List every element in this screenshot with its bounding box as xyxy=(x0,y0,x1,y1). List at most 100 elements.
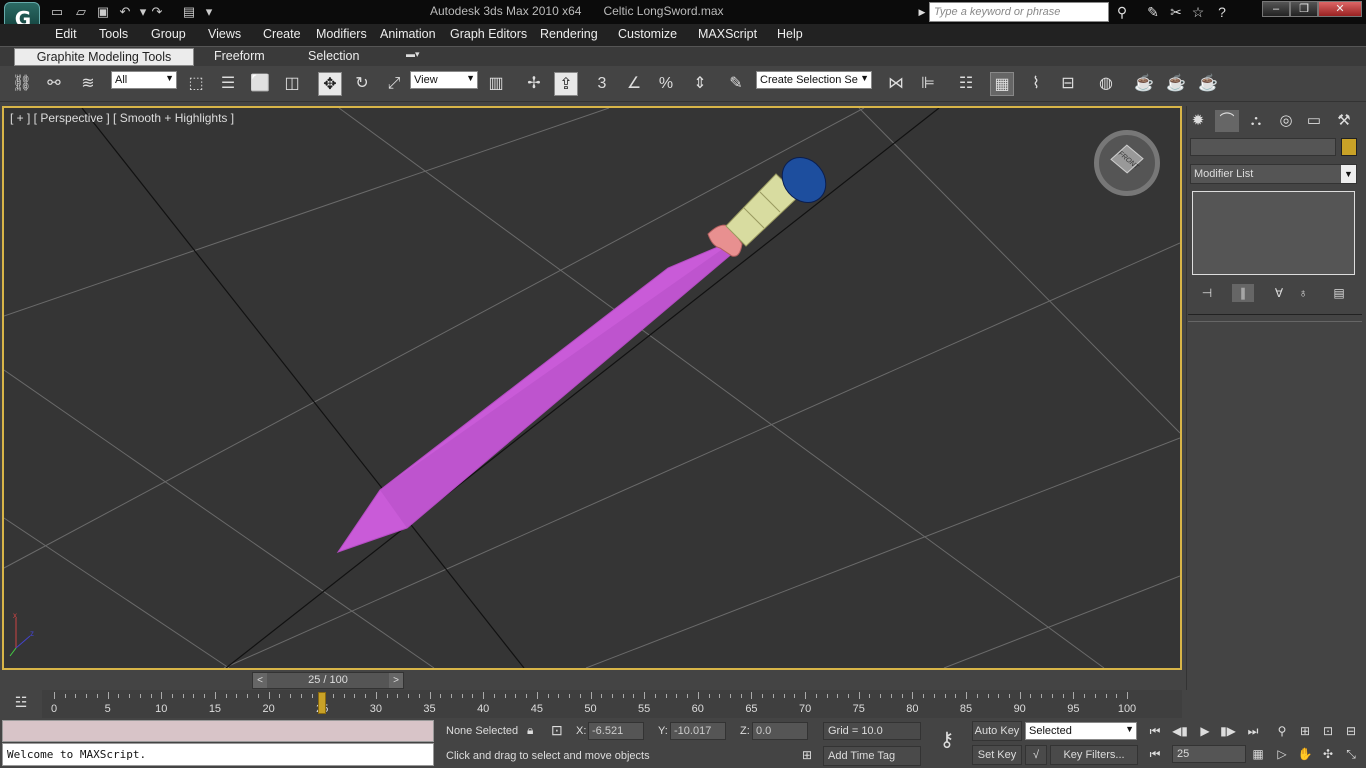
add-time-tag-button[interactable]: Add Time Tag xyxy=(823,746,921,766)
select-and-manipulate-icon[interactable]: ✢ xyxy=(522,72,546,96)
curve-editor-icon[interactable]: ⌇ xyxy=(1024,72,1048,96)
object-name-field[interactable] xyxy=(1190,138,1336,156)
viewcube-face[interactable]: FRONT xyxy=(1110,144,1144,174)
make-unique-icon[interactable]: ∀ xyxy=(1268,284,1290,302)
current-frame-marker[interactable] xyxy=(318,692,327,714)
keyboard-shortcut-override-icon[interactable]: ⇪ xyxy=(554,72,578,96)
undo-icon[interactable]: ↶ xyxy=(116,3,134,21)
time-tag-icon[interactable]: ⊞ xyxy=(802,748,818,764)
viewcube[interactable]: FRONT xyxy=(1094,130,1160,196)
time-slider-prev-icon[interactable]: < xyxy=(253,673,267,688)
zoom-extents-all-icon[interactable]: ⊟ xyxy=(1341,722,1361,740)
new-file-icon[interactable]: ▭ xyxy=(48,3,66,21)
quick-render-icon[interactable]: ☕ xyxy=(1196,72,1220,96)
display-panel-icon[interactable]: ▭ xyxy=(1302,110,1326,132)
menu-customize[interactable]: Customize xyxy=(618,27,677,41)
selection-filter-dropdown[interactable]: All ▼ xyxy=(111,71,177,89)
render-setup-icon[interactable]: ☕ xyxy=(1132,72,1156,96)
select-and-scale-icon[interactable]: ⤢ xyxy=(382,72,406,96)
close-button[interactable]: ✕ xyxy=(1318,1,1362,17)
zoom-all-icon[interactable]: ⊞ xyxy=(1295,722,1315,740)
menu-rendering[interactable]: Rendering xyxy=(540,27,598,41)
help-icon[interactable]: ? xyxy=(1212,3,1232,21)
z-coord-field[interactable]: 0.0 xyxy=(752,722,808,740)
pin-stack-icon[interactable]: ⊣ xyxy=(1196,284,1218,302)
graphite-toggle-icon[interactable]: ▦ xyxy=(990,72,1014,96)
selection-lock-icon[interactable]: 🔒︎ xyxy=(527,723,541,739)
track-bar[interactable]: 0510152025303540455055606570758085909510… xyxy=(42,690,1182,718)
menu-views[interactable]: Views xyxy=(208,27,241,41)
edit-named-selection-icon[interactable]: ✎ xyxy=(724,72,748,96)
rectangular-selection-icon[interactable]: ⬜ xyxy=(248,72,272,96)
search-expand-icon[interactable]: ▶ xyxy=(916,3,928,21)
create-panel-icon[interactable]: ✹ xyxy=(1186,110,1210,132)
configure-modifier-sets-icon[interactable]: ▤ xyxy=(1328,284,1350,302)
time-slider-next-icon[interactable]: > xyxy=(389,673,403,688)
tab-freeform[interactable]: Freeform xyxy=(206,48,273,66)
menu-tools[interactable]: Tools xyxy=(99,27,128,41)
tab-selection[interactable]: Selection xyxy=(300,48,367,66)
menu-edit[interactable]: Edit xyxy=(55,27,77,41)
unlink-selection-icon[interactable]: ⚯ xyxy=(42,72,66,96)
menu-help[interactable]: Help xyxy=(777,27,803,41)
quick-access-dropdown-icon[interactable]: ▾ xyxy=(200,3,218,21)
minimize-button[interactable]: – xyxy=(1262,1,1290,17)
save-file-icon[interactable]: ▣ xyxy=(94,3,112,21)
perspective-viewport[interactable]: x z [ + ] [ Perspective ] [ Smooth + Hig… xyxy=(2,106,1182,670)
maximize-viewport-icon[interactable]: ⤡ xyxy=(1341,745,1361,763)
select-and-link-icon[interactable]: ⛓ xyxy=(10,72,34,96)
pan-view-icon[interactable]: ✋ xyxy=(1295,745,1315,763)
favorites-star-icon[interactable]: ☆ xyxy=(1188,3,1208,21)
menu-modifiers[interactable]: Modifiers xyxy=(316,27,367,41)
ribbon-options-icon[interactable]: ▬▾ xyxy=(398,48,428,66)
modifier-stack[interactable] xyxy=(1192,191,1355,275)
maxscript-output[interactable]: Welcome to MAXScript. xyxy=(2,743,434,766)
menu-maxscript[interactable]: MAXScript xyxy=(698,27,757,41)
snaps-toggle-icon[interactable]: 3 xyxy=(590,72,614,96)
object-color-swatch[interactable] xyxy=(1341,138,1357,156)
window-crossing-icon[interactable]: ◫ xyxy=(280,72,304,96)
zoom-icon[interactable]: ⚲ xyxy=(1272,722,1292,740)
search-input[interactable]: Type a keyword or phrase xyxy=(929,2,1109,22)
go-to-end-icon[interactable]: ⏭ xyxy=(1243,722,1263,740)
project-folder-icon[interactable]: ▤ xyxy=(180,3,198,21)
menu-group[interactable]: Group xyxy=(151,27,186,41)
utilities-panel-icon[interactable]: ⚒ xyxy=(1332,110,1356,132)
material-editor-icon[interactable]: ◍ xyxy=(1094,72,1118,96)
current-frame-field[interactable]: 25 xyxy=(1172,745,1246,763)
select-and-rotate-icon[interactable]: ↻ xyxy=(350,72,374,96)
time-slider[interactable]: < 25 / 100 > xyxy=(252,672,404,689)
named-selection-set-dropdown[interactable]: Create Selection Se ▼ xyxy=(756,71,872,89)
set-key-button[interactable]: Set Key xyxy=(972,745,1022,765)
layer-manager-icon[interactable]: ☷ xyxy=(954,72,978,96)
open-file-icon[interactable]: ▱ xyxy=(72,3,90,21)
align-icon[interactable]: ⊫ xyxy=(916,72,940,96)
select-and-move-icon[interactable]: ✥ xyxy=(318,72,342,96)
key-mode-toggle-icon[interactable]: ⏮ xyxy=(1145,745,1165,763)
key-mode-dropdown[interactable]: Selected ▼ xyxy=(1025,722,1137,740)
set-key-icon[interactable]: ⚷ xyxy=(927,727,967,757)
menu-graph-editors[interactable]: Graph Editors xyxy=(450,27,527,41)
mirror-icon[interactable]: ⋈ xyxy=(884,72,908,96)
previous-frame-icon[interactable]: ◀▮ xyxy=(1170,722,1190,740)
binoculars-icon[interactable]: ⚲ xyxy=(1112,3,1132,21)
orbit-icon[interactable]: ✣ xyxy=(1318,745,1338,763)
schematic-view-icon[interactable]: ⊟ xyxy=(1056,72,1080,96)
modify-panel-icon[interactable]: ⌒ xyxy=(1215,110,1239,132)
rendered-frame-window-icon[interactable]: ☕ xyxy=(1164,72,1188,96)
maximize-button[interactable]: ❐ xyxy=(1290,1,1318,17)
x-coord-field[interactable]: -6.521 xyxy=(588,722,644,740)
mini-curve-editor-icon[interactable]: ☳ xyxy=(10,694,32,714)
go-to-start-icon[interactable]: ⏮ xyxy=(1145,722,1165,740)
show-end-result-icon[interactable]: ∥ xyxy=(1232,284,1254,302)
field-of-view-icon[interactable]: ▷ xyxy=(1272,745,1292,763)
viewport-label[interactable]: [ + ] [ Perspective ] [ Smooth + Highlig… xyxy=(10,111,234,125)
next-frame-icon[interactable]: ▮▶ xyxy=(1218,722,1238,740)
angle-snap-icon[interactable]: ∠ xyxy=(622,72,646,96)
auto-key-button[interactable]: Auto Key xyxy=(972,721,1022,741)
menu-create[interactable]: Create xyxy=(263,27,301,41)
percent-snap-icon[interactable]: % xyxy=(654,72,678,96)
select-object-icon[interactable]: ⬚ xyxy=(184,72,208,96)
play-animation-icon[interactable]: ▶ xyxy=(1195,722,1215,740)
subscription-icon[interactable]: ✂ xyxy=(1166,3,1186,21)
